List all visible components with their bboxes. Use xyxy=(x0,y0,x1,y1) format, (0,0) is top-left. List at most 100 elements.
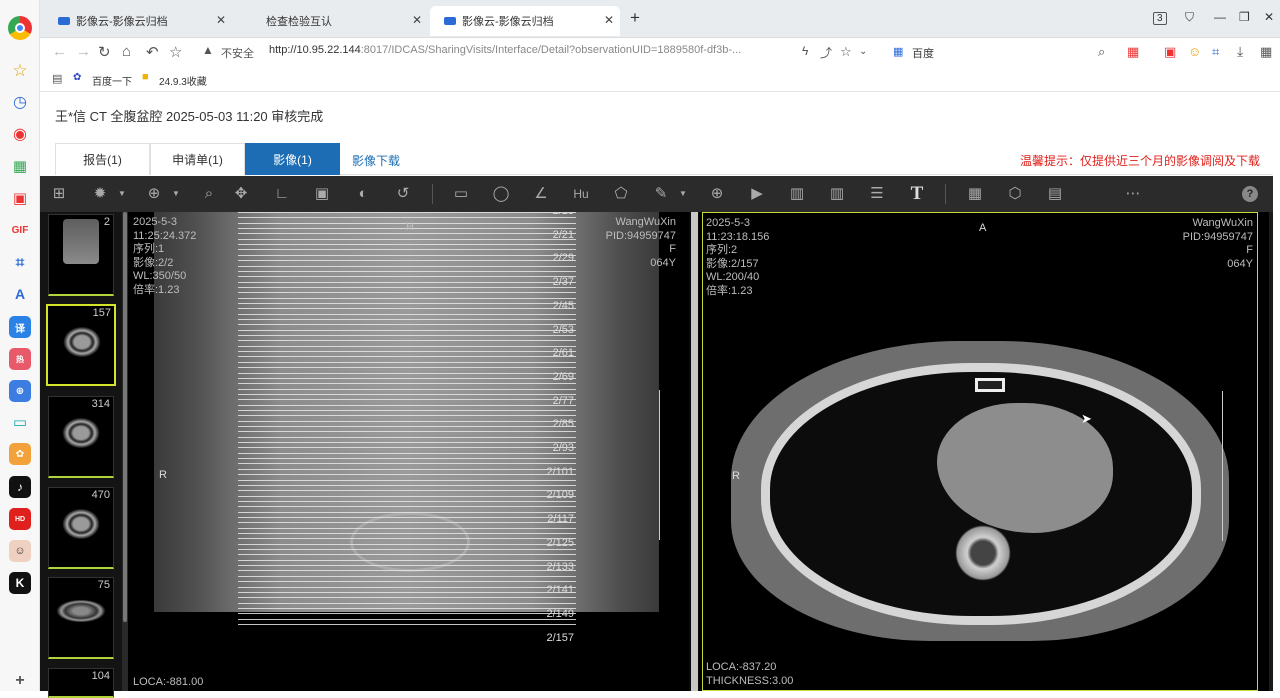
dropdown-arrow-icon[interactable]: ▼ xyxy=(112,184,132,204)
compare-right-icon[interactable]: ▥ xyxy=(827,184,847,204)
search-engine-label[interactable]: 百度 xyxy=(912,45,934,61)
undo-icon[interactable]: ↶ xyxy=(146,43,159,61)
polygon-roi-icon[interactable]: ⬠ xyxy=(611,184,631,204)
history-icon[interactable]: ◷ xyxy=(9,91,31,113)
bookmark-baidu[interactable]: 百度一下 xyxy=(92,73,132,88)
crop-icon[interactable]: ⌗ xyxy=(9,251,31,273)
k-app-icon[interactable]: K xyxy=(9,572,31,594)
close-tab-icon[interactable]: ✕ xyxy=(412,13,422,27)
more-options-icon[interactable]: ⋯ xyxy=(1123,184,1143,204)
store-app-icon[interactable]: ✿ xyxy=(9,443,31,465)
viewport-scout[interactable]: 2/13 2/21 2/29 2/37 2/45 2/53 2/61 2/69 2/77 2/85… xyxy=(130,212,686,691)
apps-grid-icon[interactable]: ▦ xyxy=(9,155,31,177)
pdf-icon[interactable]: ▣ xyxy=(9,187,31,209)
new-tab-button[interactable]: + xyxy=(630,8,640,28)
dropdown-arrow-icon[interactable]: ▼ xyxy=(166,184,186,204)
bookmark-folder[interactable]: 24.9.3收藏 xyxy=(159,73,207,88)
menu-grid-icon[interactable]: ▦ xyxy=(1260,44,1272,60)
close-tab-icon[interactable]: ✕ xyxy=(216,13,226,27)
emoji-icon[interactable]: ☺ xyxy=(1188,44,1201,59)
add-app-icon[interactable]: + xyxy=(9,670,31,692)
series-thumbnail[interactable]: 2 xyxy=(48,214,114,296)
magnifier-icon[interactable]: ⌕ xyxy=(199,184,219,204)
slice-line xyxy=(238,286,576,288)
record-icon[interactable]: ◉ xyxy=(9,123,31,145)
play-cine-icon[interactable]: ▶ xyxy=(747,184,767,204)
extension-grid-icon[interactable]: ▦ xyxy=(1127,44,1139,60)
news-app-icon[interactable]: 热 xyxy=(9,348,31,370)
home-icon[interactable]: ⌂ xyxy=(122,43,131,60)
url-field[interactable]: http://10.95.22.144:8017/IDCAS/SharingVi… xyxy=(269,44,741,56)
translate-icon[interactable]: A xyxy=(9,283,31,305)
monitor-app-icon[interactable]: ▭ xyxy=(9,411,31,433)
bookmark-star-icon[interactable]: ☆ xyxy=(169,43,182,61)
ruler-axis-icon[interactable]: ∟ xyxy=(272,184,292,204)
gif-icon[interactable]: GIF xyxy=(9,219,31,241)
image-frame-icon[interactable]: ▣ xyxy=(312,184,332,204)
favorites-star-icon[interactable]: ☆ xyxy=(9,60,31,82)
share-icon[interactable]: ⤴ xyxy=(820,44,832,61)
minimize-button[interactable]: — xyxy=(1214,10,1226,24)
series-thumbnail-selected[interactable]: 157 xyxy=(46,304,116,386)
eraser-icon[interactable]: ✎ xyxy=(651,184,671,204)
lightning-icon[interactable]: ϟ xyxy=(802,44,808,58)
search-icon[interactable]: ⌕ xyxy=(1098,44,1105,60)
close-window-button[interactable]: ✕ xyxy=(1264,10,1274,24)
zoom-icon[interactable]: ⊕ xyxy=(144,184,164,204)
browser-logo-icon[interactable] xyxy=(8,16,32,40)
media-app-icon[interactable]: HD xyxy=(9,508,31,530)
browser-tab-active[interactable]: 影像云-影像云归档 ✕ xyxy=(430,6,620,36)
viewport-axial[interactable]: 2025-5-3 11:23:18.156 序列:2 影像:2/157 WL:2… xyxy=(702,212,1258,691)
tiktok-app-icon[interactable]: ♪ xyxy=(9,476,31,498)
close-tab-icon[interactable]: ✕ xyxy=(604,13,614,27)
series-thumbnail[interactable]: 470 xyxy=(48,487,114,569)
series-list-icon[interactable]: ▤ xyxy=(1045,184,1065,204)
game-app-icon[interactable]: ⊕ xyxy=(9,380,31,402)
mpr-icon[interactable]: ▦ xyxy=(965,184,985,204)
slice-line xyxy=(238,409,576,411)
shield-icon[interactable]: ⛉ xyxy=(1185,10,1194,25)
tab-report[interactable]: 报告(1) xyxy=(55,143,150,175)
tab-images[interactable]: 影像(1) xyxy=(245,143,340,175)
ellipse-roi-icon[interactable]: ◯ xyxy=(491,184,511,204)
series-thumbnail[interactable]: 104 xyxy=(48,668,114,698)
viewport-splitter[interactable] xyxy=(691,212,698,691)
security-label[interactable]: 不安全 xyxy=(221,45,254,61)
tab-request[interactable]: 申请单(1) xyxy=(150,143,245,175)
length-ruler-icon[interactable]: ▭ xyxy=(451,184,471,204)
forward-button[interactable]: → xyxy=(76,43,91,60)
viewer-scrollbar[interactable] xyxy=(1269,212,1273,691)
thumbnail-scroll-thumb[interactable] xyxy=(123,212,127,622)
3d-cube-icon[interactable]: ⬡ xyxy=(1005,184,1025,204)
crop-tool-icon[interactable]: ⌗ xyxy=(1212,44,1219,60)
window-level-icon[interactable]: ✹ xyxy=(90,184,110,204)
back-button[interactable]: ← xyxy=(52,43,67,60)
image-download-link[interactable]: 影像下载 xyxy=(352,152,400,169)
reference-line-icon[interactable]: ☰ xyxy=(867,184,887,204)
invert-icon[interactable]: ◐ xyxy=(353,184,373,204)
text-annotation-icon[interactable]: T xyxy=(907,184,927,204)
pdf-tool-icon[interactable]: ▣ xyxy=(1164,44,1176,60)
angle-icon[interactable]: ∠ xyxy=(531,184,551,204)
dropdown-arrow-icon[interactable]: ▼ xyxy=(673,184,693,204)
series-thumbnail[interactable]: 314 xyxy=(48,396,114,478)
browser-tab[interactable]: 检查检验互认 ✕ xyxy=(242,6,428,36)
avatar-app-icon[interactable]: ☺ xyxy=(9,540,31,562)
layout-grid-icon[interactable]: ⊞ xyxy=(49,184,69,204)
series-thumbnail[interactable]: 75 xyxy=(48,577,114,659)
reset-rotate-icon[interactable]: ↺ xyxy=(393,184,413,204)
pan-move-icon[interactable]: ✥ xyxy=(231,184,251,204)
maximize-button[interactable]: ❐ xyxy=(1239,10,1250,24)
browser-tab[interactable]: 影像云-影像云归档 ✕ xyxy=(44,6,232,36)
ct-value-icon[interactable]: Hu xyxy=(571,184,591,204)
download-icon[interactable]: ⤓ xyxy=(1237,43,1243,60)
help-icon[interactable]: ? xyxy=(1242,186,1258,202)
reload-button[interactable]: ↻ xyxy=(98,43,111,61)
tab-count-badge[interactable]: 3 xyxy=(1153,12,1167,25)
sidebar-toggle-icon[interactable]: ▤ xyxy=(52,72,62,85)
crosshair-icon[interactable]: ⊕ xyxy=(707,184,727,204)
translate-app-icon[interactable]: 译 xyxy=(9,316,31,338)
chevron-down-icon[interactable]: ⌄ xyxy=(859,46,867,57)
star-outline-icon[interactable]: ☆ xyxy=(840,44,852,60)
compare-left-icon[interactable]: ▥ xyxy=(787,184,807,204)
